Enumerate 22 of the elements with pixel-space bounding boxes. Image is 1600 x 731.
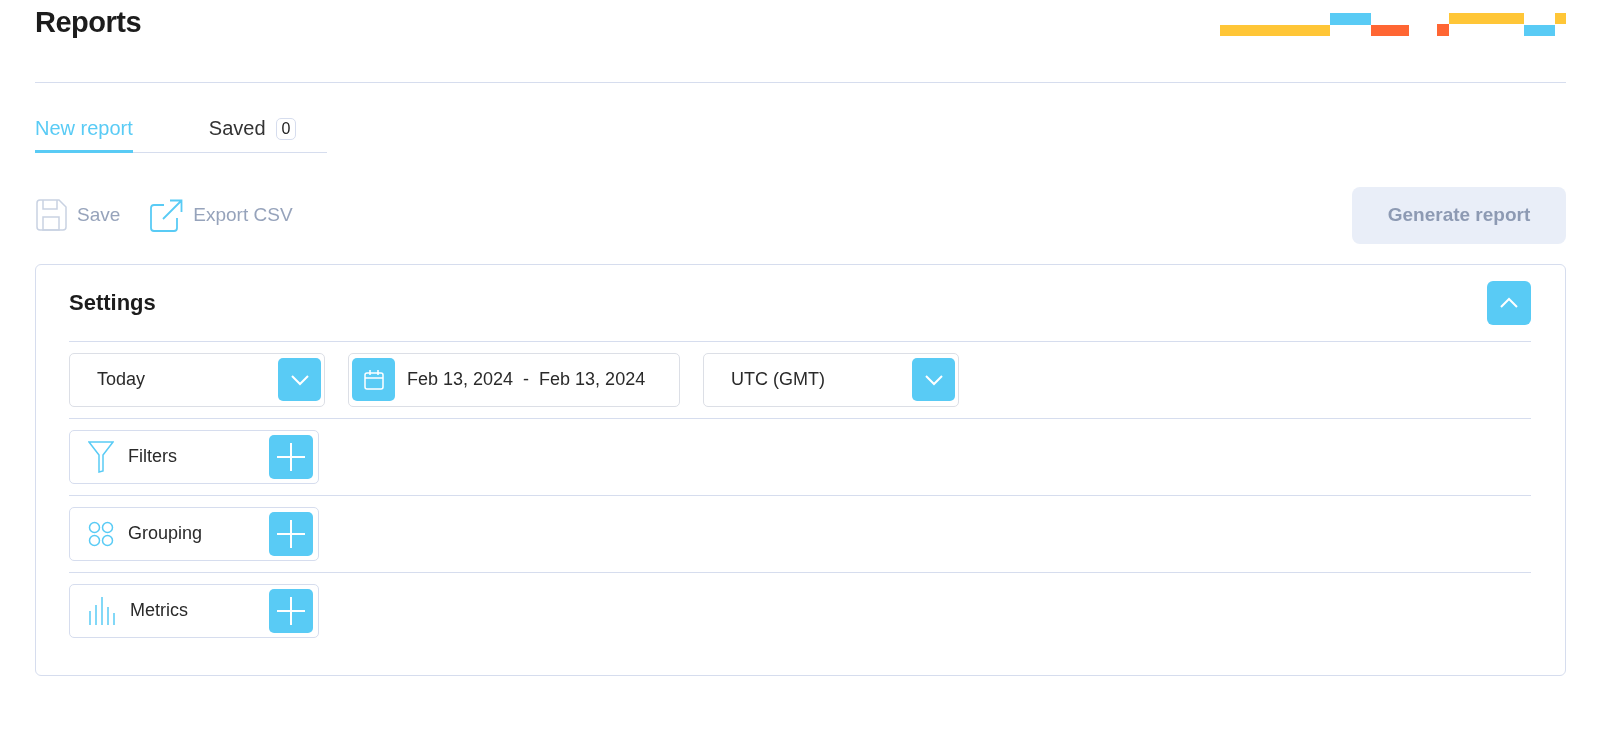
panel-title: Settings	[69, 289, 156, 316]
dropdown[interactable]: UTC (GMT)	[703, 352, 959, 407]
chevron-down-icon	[289, 373, 310, 386]
bars-icon	[88, 596, 116, 625]
section-label: Grouping	[128, 523, 204, 544]
page-title: Reports	[35, 6, 142, 39]
chevron-up-icon	[1499, 296, 1519, 309]
add-button[interactable]	[269, 588, 313, 633]
add-button[interactable]	[269, 511, 313, 556]
section-label: Metrics	[130, 600, 189, 621]
tab[interactable]: Saved 0	[208, 113, 297, 153]
circles-icon	[88, 520, 114, 547]
add-button[interactable]	[269, 434, 313, 479]
dropdown[interactable]: Today	[69, 352, 325, 407]
chevron-down-icon	[923, 373, 944, 386]
collapse-button[interactable]	[1487, 280, 1531, 325]
funnel-icon	[88, 440, 114, 473]
section-label: Filters	[128, 446, 178, 467]
date-range-field[interactable]: Feb 13, 2024 - Feb 13, 2024	[348, 352, 680, 407]
external-link-icon	[150, 198, 184, 232]
count-badge: 0	[275, 117, 297, 140]
calendar-icon	[352, 358, 395, 401]
